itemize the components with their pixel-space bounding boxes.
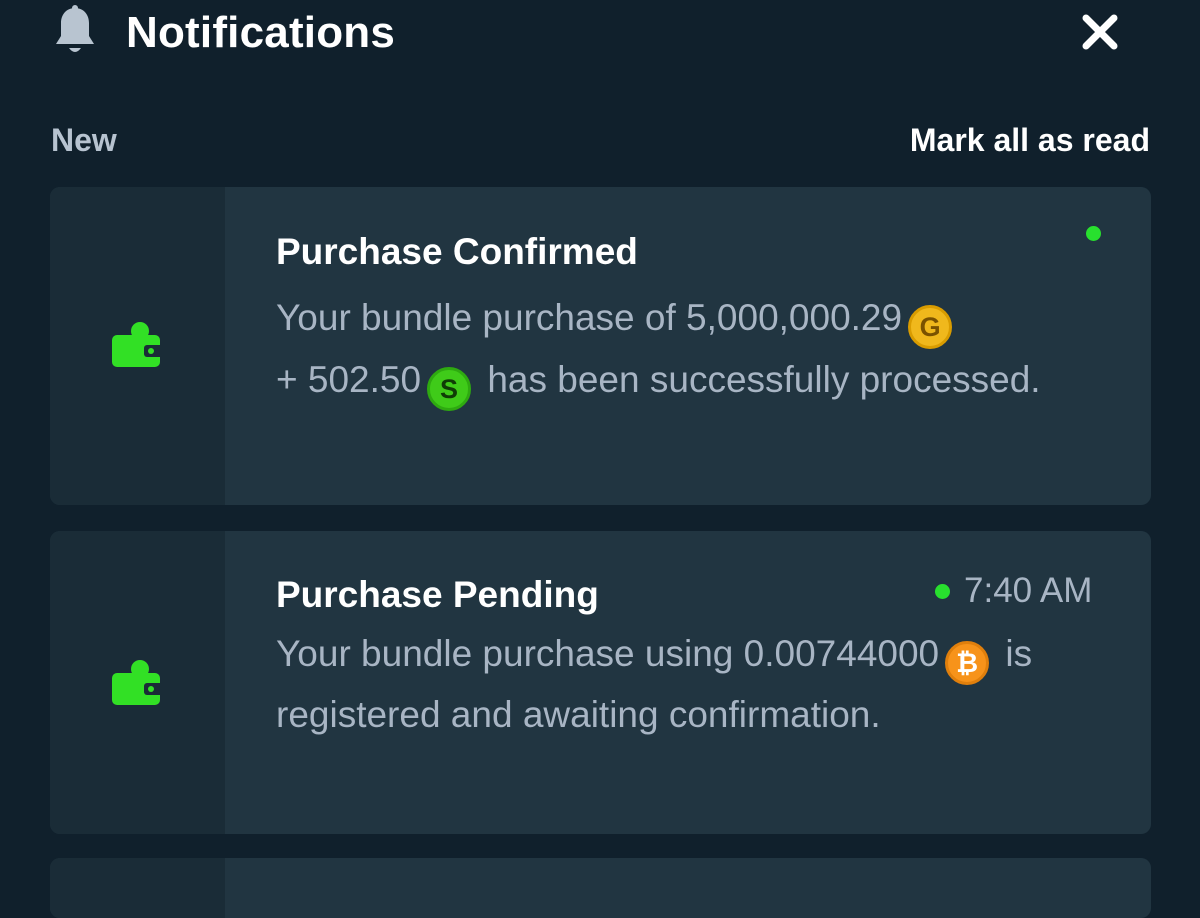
notification-icon-rail — [50, 531, 225, 834]
unread-dot — [935, 584, 950, 599]
bitcoin-icon: ₿ — [945, 641, 990, 685]
unread-dot — [1086, 226, 1101, 241]
notification-icon-rail — [50, 187, 225, 505]
close-icon[interactable] — [1078, 10, 1122, 54]
notification-time: 7:40 AM — [964, 571, 1093, 610]
notification-card[interactable]: 7:40 AM Purchase Pending Your bundle pur… — [50, 531, 1151, 834]
notification-title: Purchase Confirmed — [276, 231, 638, 272]
sweeps-coin-icon: S — [427, 367, 472, 411]
notification-icon-rail — [50, 858, 225, 918]
message-text: Your bundle purchase of 5,000,000.29 — [276, 297, 903, 338]
mark-all-as-read-button[interactable]: Mark all as read — [910, 122, 1150, 159]
gold-coin-icon: G — [908, 305, 953, 349]
message-text: Your bundle purchase using 0.00744000 — [276, 633, 940, 674]
page-title: Notifications — [126, 8, 396, 57]
notification-card[interactable]: Purchase Confirmed Your bundle purchase … — [50, 187, 1151, 505]
wallet-icon — [112, 322, 164, 367]
notification-message: Your bundle purchase using 0.00744000 ₿ i… — [276, 624, 1091, 744]
message-text: has been successfully processed. — [487, 359, 1041, 400]
section-label-new: New — [51, 122, 117, 158]
wallet-icon — [112, 660, 164, 705]
notifications-header: Notifications — [0, 0, 1200, 70]
notification-title: Purchase Pending — [276, 574, 599, 615]
notification-card[interactable] — [50, 858, 1151, 918]
notification-message: Your bundle purchase of 5,000,000.29 G + … — [276, 287, 1091, 411]
bell-icon — [56, 5, 94, 52]
message-text: + 502.50 — [276, 359, 422, 400]
